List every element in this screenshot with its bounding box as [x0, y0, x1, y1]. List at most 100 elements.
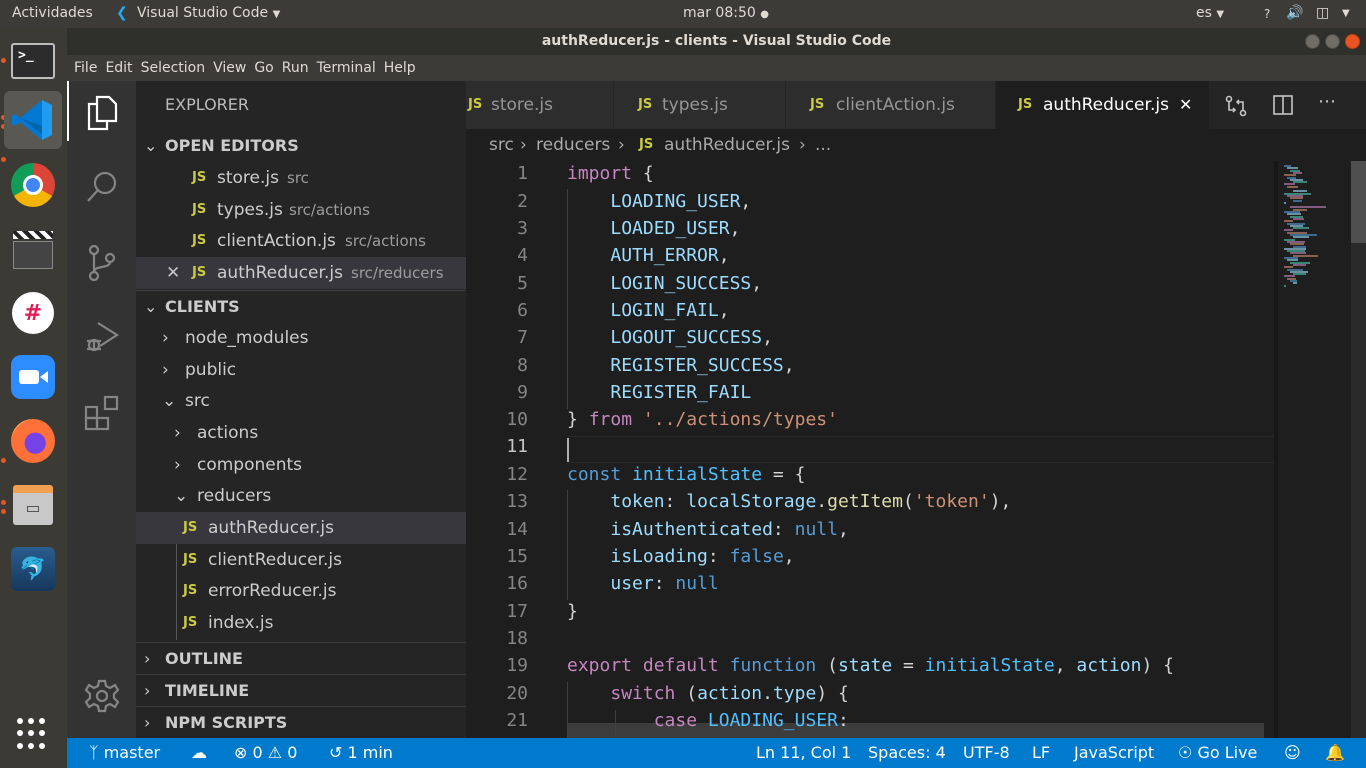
file-name: store.js	[217, 168, 279, 188]
dock-zoom[interactable]	[4, 348, 62, 406]
tree-file[interactable]: JS clientReducer.js	[136, 544, 466, 576]
tree-file[interactable]: JS index.js	[136, 607, 466, 639]
activity-search[interactable]	[67, 157, 136, 217]
tree-folder[interactable]: › components	[136, 449, 466, 481]
open-editor-item[interactable]: JS store.js src	[136, 162, 466, 194]
open-editor-item[interactable]: JS types.js src/actions	[136, 194, 466, 226]
notifications-button[interactable]: 🔔	[1325, 738, 1345, 768]
breadcrumb-symbol[interactable]: ...	[815, 129, 831, 161]
tree-folder[interactable]: › public	[136, 354, 466, 386]
cursor-position[interactable]: Ln 11, Col 1	[756, 738, 851, 768]
show-apps-button[interactable]	[17, 718, 49, 750]
activity-extensions[interactable]	[67, 383, 136, 443]
dock-terminal[interactable]: >_	[4, 32, 62, 90]
chevron-right-icon: ›	[618, 135, 625, 155]
files-icon	[87, 95, 117, 131]
activity-manage[interactable]	[67, 666, 136, 726]
feedback-button[interactable]: ☺	[1284, 738, 1301, 768]
language-selector[interactable]: es ▼	[1196, 5, 1224, 21]
tree-folder[interactable]: ⌄ src	[136, 385, 466, 417]
identifier: LOGIN_SUCCESS	[610, 273, 752, 294]
activities-button[interactable]: Actividades	[12, 5, 93, 21]
tree-folder[interactable]: ⌄ reducers	[136, 480, 466, 512]
vertical-scrollbar-track[interactable]	[1351, 161, 1366, 738]
encoding-button[interactable]: UTF-8	[963, 738, 1010, 768]
timeline-header[interactable]: › TIMELINE	[136, 674, 466, 706]
dock-firefox[interactable]	[4, 412, 62, 470]
indentation-button[interactable]: Spaces: 4	[868, 738, 946, 768]
breadcrumb-src[interactable]: src	[489, 129, 514, 161]
help-icon[interactable]: ?	[1264, 7, 1270, 21]
dock-files[interactable]	[4, 476, 62, 534]
vertical-scrollbar-thumb[interactable]	[1351, 161, 1366, 243]
property: user	[610, 573, 654, 594]
eol-button[interactable]: LF	[1032, 738, 1050, 768]
open-editors-header[interactable]: ⌄ OPEN EDITORS	[136, 130, 466, 162]
problems-button[interactable]: ⊗ 0 ⚠ 0	[234, 738, 297, 768]
menu-help[interactable]: Help	[380, 55, 420, 81]
app-menu-button[interactable]: Visual Studio Code ▼	[137, 5, 280, 21]
close-window-button[interactable]	[1345, 34, 1360, 49]
dock-vscode[interactable]	[4, 91, 62, 149]
tab-types-js[interactable]: JS types.js	[614, 81, 786, 129]
tab-store-js[interactable]: JS store.js	[466, 81, 614, 129]
project-header[interactable]: ⌄ CLIENTS	[136, 290, 466, 322]
open-changes-button[interactable]	[1225, 95, 1247, 121]
tree-file[interactable]: JS errorReducer.js	[136, 575, 466, 607]
file-name: errorReducer.js	[208, 581, 337, 601]
maximize-button[interactable]	[1325, 34, 1340, 49]
system-menu-caret-icon[interactable]: ▼	[1342, 8, 1350, 19]
code-editor[interactable]: 1 2 3 4 5 6 7 8 9 10 11 12 13 14 15 16 17 18 19 20 21 import…	[466, 161, 1274, 738]
menu-terminal[interactable]: Terminal	[313, 55, 380, 81]
chevron-right-icon: ›	[174, 455, 181, 475]
dock-mysql-workbench[interactable]: 🐬	[4, 540, 62, 598]
timer-button[interactable]: ↺ 1 min	[329, 738, 393, 768]
menu-selection[interactable]: Selection	[137, 55, 210, 81]
chevron-right-icon: ›	[174, 423, 181, 443]
tree-folder[interactable]: › node_modules	[136, 322, 466, 354]
tree-folder[interactable]: › actions	[136, 417, 466, 449]
language-mode-button[interactable]: JavaScript	[1074, 738, 1154, 768]
minimap[interactable]	[1274, 161, 1366, 738]
menu-file[interactable]: File	[70, 55, 101, 81]
dock-chrome[interactable]	[4, 156, 62, 214]
dock-video-editor[interactable]	[4, 220, 62, 278]
breadcrumb-file[interactable]: authReducer.js	[664, 129, 790, 161]
npm-scripts-header[interactable]: › NPM SCRIPTS	[136, 706, 466, 738]
minimize-button[interactable]	[1305, 34, 1320, 49]
activity-explorer[interactable]	[67, 83, 136, 143]
breadcrumb-reducers[interactable]: reducers	[536, 129, 610, 161]
git-branch-button[interactable]: ᛉ master	[89, 738, 160, 768]
activity-source-control[interactable]	[67, 233, 136, 293]
battery-icon[interactable]: ◫	[1316, 5, 1329, 21]
tab-authreducer-js[interactable]: JS authReducer.js ✕	[996, 81, 1210, 129]
outline-header[interactable]: › OUTLINE	[136, 642, 466, 674]
code-line-3: LOADED_USER,	[567, 218, 740, 239]
ubuntu-top-bar: Actividades ❮ Visual Studio Code ▼ mar 0…	[0, 0, 1366, 28]
close-icon[interactable]: ✕	[166, 257, 180, 289]
more-actions-icon[interactable]: ⋯	[1318, 91, 1336, 112]
open-editor-item[interactable]: JS clientAction.js src/actions	[136, 225, 466, 257]
split-editor-button[interactable]	[1273, 95, 1293, 119]
sync-button[interactable]: ☁	[191, 738, 207, 768]
menu-edit[interactable]: Edit	[101, 55, 136, 81]
activity-run-debug[interactable]	[67, 307, 136, 367]
open-editor-item-active[interactable]: ✕ JS authReducer.js src/reducers	[136, 257, 466, 289]
dock-slack[interactable]: #	[4, 284, 62, 342]
volume-icon[interactable]: 🔊	[1286, 5, 1303, 21]
tab-clientaction-js[interactable]: JS clientAction.js	[786, 81, 996, 129]
file-name: types.js	[217, 200, 283, 220]
menu-run[interactable]: Run	[278, 55, 313, 81]
menu-go[interactable]: Go	[250, 55, 277, 81]
go-live-button[interactable]: ☉ Go Live	[1178, 738, 1257, 768]
code-line-5: LOGIN_SUCCESS,	[567, 273, 762, 294]
menu-view[interactable]: View	[209, 55, 250, 81]
language-label: es	[1196, 5, 1212, 21]
menu-bar: File Edit Selection View Go Run Terminal Help	[67, 55, 1366, 81]
clock[interactable]: mar 08:50 ●	[683, 5, 769, 21]
line-number: 13	[506, 491, 528, 512]
section-label: TIMELINE	[165, 681, 250, 700]
close-tab-icon[interactable]: ✕	[1179, 81, 1192, 129]
caret-down-icon: ▼	[1216, 9, 1225, 20]
tree-file-selected[interactable]: JS authReducer.js	[136, 512, 466, 544]
